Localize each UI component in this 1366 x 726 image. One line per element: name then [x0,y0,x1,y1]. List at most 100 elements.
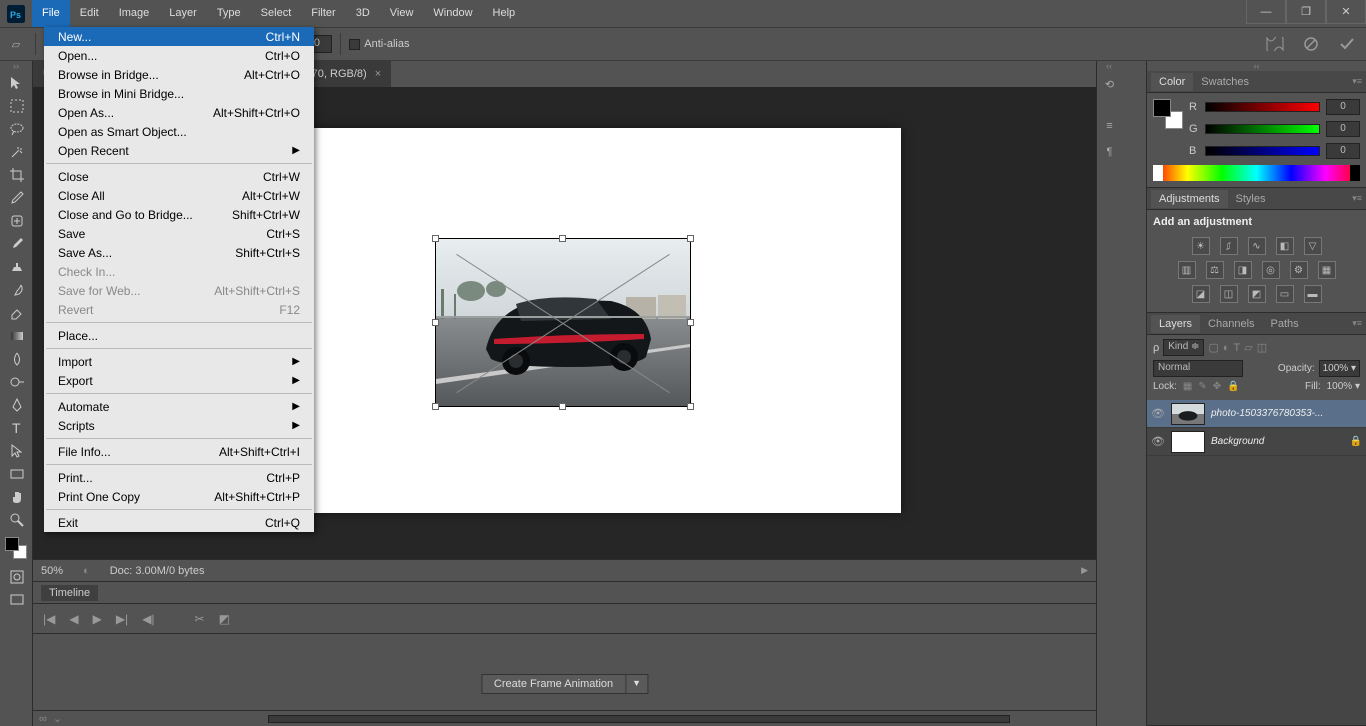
prev-frame-icon[interactable]: ◀ [69,612,78,626]
warp-icon[interactable] [1264,33,1286,55]
lock-transparency-icon[interactable]: ▦ [1183,381,1192,392]
b-slider[interactable] [1205,146,1320,156]
layer-thumbnail[interactable] [1171,403,1205,425]
right-panels-handle[interactable]: ‹‹ [1147,61,1366,71]
file-menu-automate[interactable]: Automate▶ [44,397,314,416]
file-menu-print[interactable]: Print...Ctrl+P [44,468,314,487]
file-menu-open[interactable]: Open...Ctrl+O [44,46,314,65]
blend-mode-select[interactable]: Normal [1153,360,1243,377]
filter-shape-icon[interactable]: ▱ [1244,341,1252,354]
layers-tab[interactable]: Layers [1151,315,1200,333]
threshold-icon[interactable]: ◩ [1248,285,1266,303]
gradient-map-icon[interactable]: ▭ [1276,285,1294,303]
zoom-scrubby-icon[interactable]: ◐ [83,565,90,577]
file-menu-save-for-web[interactable]: Save for Web...Alt+Shift+Ctrl+S [44,281,314,300]
file-menu-open-as[interactable]: Open As...Alt+Shift+Ctrl+O [44,103,314,122]
posterize-icon[interactable]: ◫ [1220,285,1238,303]
menu-window[interactable]: Window [423,0,482,27]
vibrance-icon[interactable]: ▽ [1304,237,1322,255]
opacity-value[interactable]: 100% ▾ [1319,360,1360,377]
clone-stamp-tool[interactable] [0,255,33,278]
menu-3d[interactable]: 3D [346,0,380,27]
file-menu-save[interactable]: SaveCtrl+S [44,224,314,243]
file-menu-check-in[interactable]: Check In... [44,262,314,281]
bw-icon[interactable]: ◨ [1234,261,1252,279]
hue-sat-icon[interactable]: ▥ [1178,261,1196,279]
timeline-tab[interactable]: Timeline [41,585,98,601]
file-menu-scripts[interactable]: Scripts▶ [44,416,314,435]
g-value[interactable]: 0 [1326,121,1360,137]
gradient-tool[interactable] [0,324,33,347]
transition-icon[interactable]: ◩ [219,612,230,626]
b-value[interactable]: 0 [1326,143,1360,159]
file-menu-close-and-go-to-bridge[interactable]: Close and Go to Bridge...Shift+Ctrl+W [44,205,314,224]
adjustments-panel-menu-icon[interactable]: ▾≡ [1352,193,1362,204]
marquee-tool[interactable] [0,94,33,117]
filter-type-icon[interactable]: T [1234,342,1241,354]
curves-icon[interactable]: ∿ [1248,237,1266,255]
color-panel-menu-icon[interactable]: ▾≡ [1352,76,1362,87]
panel-strip-handle[interactable]: ‹‹ [1097,61,1121,71]
lock-pixels-icon[interactable]: ✎ [1198,381,1206,392]
adjustments-tab[interactable]: Adjustments [1151,190,1228,208]
styles-tab[interactable]: Styles [1228,190,1274,208]
hand-tool[interactable] [0,485,33,508]
play-icon[interactable]: ▶ [93,612,102,626]
layer-item[interactable]: 👁Background🔒 [1147,428,1366,456]
type-tool[interactable]: T [0,416,33,439]
lock-all-icon[interactable]: 🔒 [1227,381,1239,392]
color-spectrum[interactable] [1153,165,1360,181]
file-menu-close-all[interactable]: Close AllAlt+Ctrl+W [44,186,314,205]
menu-type[interactable]: Type [207,0,251,27]
canvas[interactable] [229,128,901,513]
path-selection-tool[interactable] [0,439,33,462]
menu-filter[interactable]: Filter [301,0,345,27]
create-frame-animation-button[interactable]: Create Frame Animation [481,674,626,694]
file-menu-revert[interactable]: RevertF12 [44,300,314,319]
window-maximize[interactable]: ❐ [1286,0,1326,24]
paths-tab[interactable]: Paths [1263,315,1307,333]
history-brush-tool[interactable] [0,278,33,301]
brightness-contrast-icon[interactable]: ☀ [1192,237,1210,255]
paragraph-panel-icon[interactable]: ¶ [1097,139,1122,165]
menu-layer[interactable]: Layer [159,0,207,27]
file-menu-browse-in-mini-bridge[interactable]: Browse in Mini Bridge... [44,84,314,103]
menu-image[interactable]: Image [109,0,160,27]
loop-icon[interactable]: ∞ [39,713,47,725]
next-frame-icon[interactable]: ▶| [116,612,128,626]
filter-adjustment-icon[interactable]: ◐ [1223,342,1230,354]
move-tool[interactable] [0,71,33,94]
filter-pixel-icon[interactable]: ▢ [1208,341,1218,354]
screen-mode-tool[interactable] [0,588,33,611]
cancel-icon[interactable] [1300,33,1322,55]
foreground-background-colors[interactable] [5,537,27,559]
character-panel-icon[interactable]: ≡ [1097,113,1122,139]
pen-tool[interactable] [0,393,33,416]
file-menu-import[interactable]: Import▶ [44,352,314,371]
crop-tool[interactable] [0,163,33,186]
menu-view[interactable]: View [380,0,424,27]
layer-thumbnail[interactable] [1171,431,1205,453]
file-menu-close[interactable]: CloseCtrl+W [44,167,314,186]
file-menu-file-info[interactable]: File Info...Alt+Shift+Ctrl+I [44,442,314,461]
file-menu-exit[interactable]: ExitCtrl+Q [44,513,314,532]
go-to-last-icon[interactable]: ◀| [142,612,154,626]
r-slider[interactable] [1205,102,1320,112]
file-menu-open-recent[interactable]: Open Recent▶ [44,141,314,160]
file-menu-export[interactable]: Export▶ [44,371,314,390]
delete-frame-icon[interactable]: ⌄ [53,712,62,725]
file-menu-browse-in-bridge[interactable]: Browse in Bridge...Alt+Ctrl+O [44,65,314,84]
layer-visibility-icon[interactable]: 👁 [1151,407,1165,420]
levels-icon[interactable]: ⎎ [1220,237,1238,255]
magic-wand-tool[interactable] [0,140,33,163]
window-close[interactable]: ✕ [1326,0,1366,24]
r-value[interactable]: 0 [1326,99,1360,115]
file-menu-new[interactable]: New...Ctrl+N [44,27,314,46]
channels-tab[interactable]: Channels [1200,315,1262,333]
file-menu-print-one-copy[interactable]: Print One CopyAlt+Shift+Ctrl+P [44,487,314,506]
exposure-icon[interactable]: ◧ [1276,237,1294,255]
file-menu-save-as[interactable]: Save As...Shift+Ctrl+S [44,243,314,262]
history-panel-icon[interactable]: ⟲ [1097,71,1122,97]
file-menu-place[interactable]: Place... [44,326,314,345]
layer-item[interactable]: 👁photo-1503376780353-... [1147,400,1366,428]
